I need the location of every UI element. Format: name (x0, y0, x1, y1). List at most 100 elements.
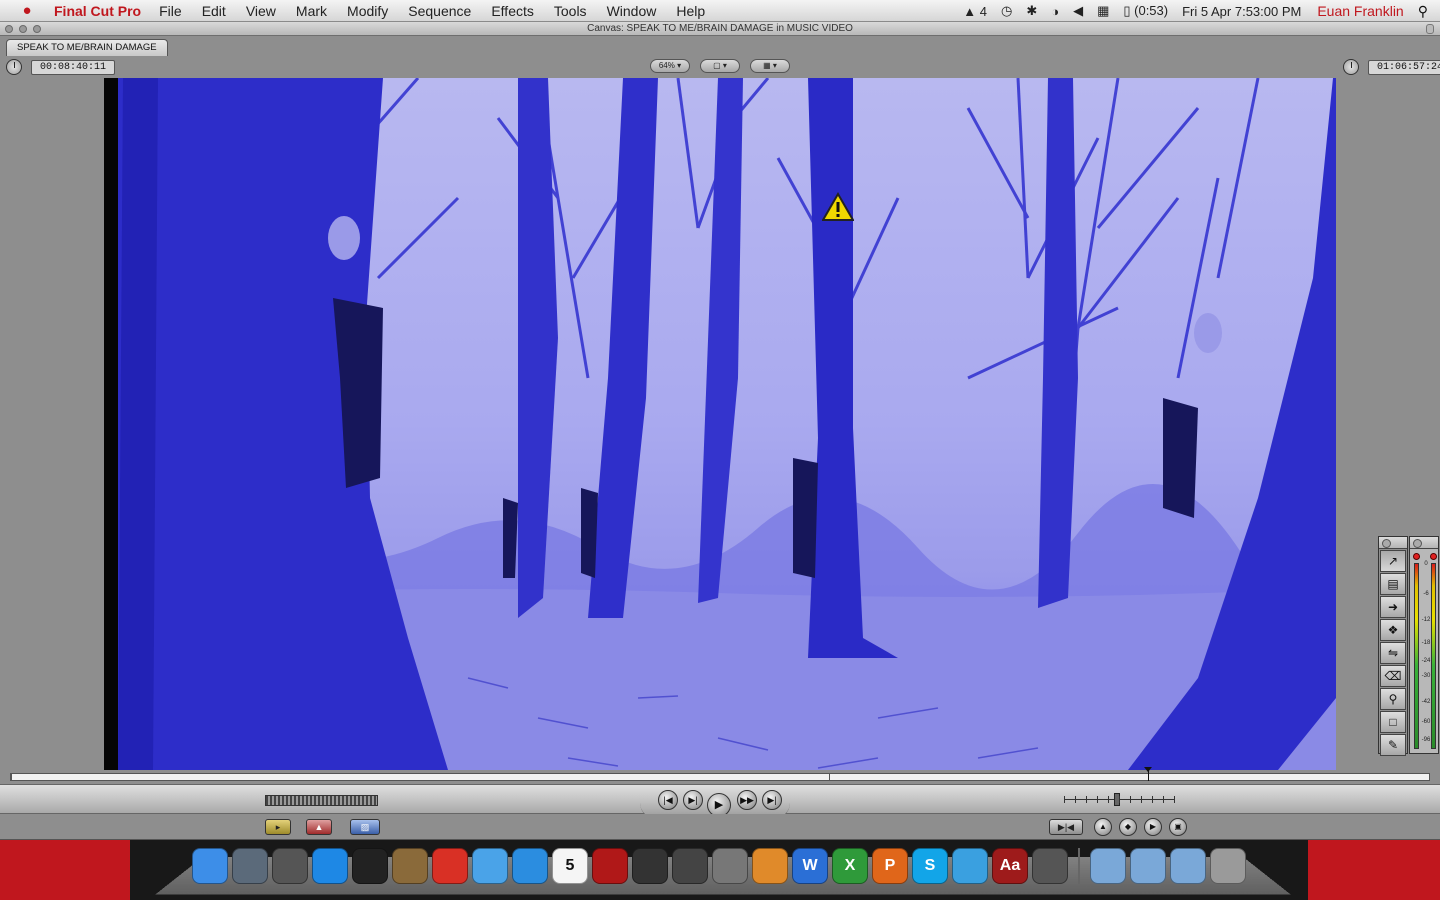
razor-tool-icon[interactable]: ❖ (1380, 619, 1406, 641)
dock-mission-control-icon[interactable] (352, 848, 388, 884)
scrubber-track[interactable] (10, 773, 1430, 781)
edit-buttons-bar: ▸ ▲ ▨ ▶|◀ ▲ ◆ ▶ ▣ (0, 814, 1440, 840)
crop-tool-icon[interactable]: □ (1380, 711, 1406, 733)
meter-label: -24 (1421, 658, 1431, 664)
sequence-tab[interactable]: SPEAK TO ME/BRAIN DAMAGE (6, 39, 168, 56)
input-menu-icon[interactable]: ▦ (1097, 3, 1109, 19)
video-frame[interactable] (118, 78, 1336, 770)
dock-excel-icon[interactable]: X (832, 848, 868, 884)
status-menus: ▲ 4 ◷ ✱ ◑ ◀ ▦ ▯ (0:53) Fri 5 Apr 7:53:00… (949, 0, 1440, 22)
clip-indicator-left (1413, 553, 1420, 560)
audio-meters-header[interactable] (1410, 537, 1438, 549)
menu-file[interactable]: File (159, 3, 182, 19)
video-area[interactable] (0, 78, 1440, 770)
view-popup[interactable]: ▢ ▾ (700, 59, 740, 73)
dock-launchpad-icon[interactable] (272, 848, 308, 884)
insert-edit-button[interactable]: ▸ (265, 819, 291, 835)
tool-palette-header[interactable] (1379, 537, 1407, 549)
zoom-popup[interactable]: 64% ▾ (650, 59, 690, 73)
dock-app-store-icon[interactable] (312, 848, 348, 884)
apple-menu-icon[interactable]: ● (0, 2, 54, 19)
jog-tick (1064, 796, 1065, 803)
dock-applications-folder-icon[interactable] (1090, 848, 1126, 884)
time-machine-icon[interactable]: ◷ (1001, 3, 1012, 19)
dock-itunes-icon[interactable] (512, 848, 548, 884)
tool-palette: ↗ ▤ ➜ ❖ ⇋ ⌫ ⚲ □ ✎ (1378, 536, 1408, 756)
go-to-previous-edit-button[interactable]: |◀ (658, 790, 678, 810)
menu-window[interactable]: Window (607, 3, 657, 19)
dock-powerpoint-icon[interactable]: P (872, 848, 908, 884)
mark-out-button[interactable]: ▶ (1144, 818, 1162, 836)
menu-edit[interactable]: Edit (202, 3, 226, 19)
dock-final-cut-pro-icon[interactable] (632, 848, 668, 884)
current-timecode[interactable]: 01:06:57:24 (1368, 60, 1440, 75)
duration-timecode[interactable]: 00:08:40:11 (31, 60, 116, 75)
jog-tick (1174, 796, 1175, 803)
dock-trash-icon[interactable] (1210, 848, 1246, 884)
meter-label: -6 (1423, 591, 1429, 597)
go-to-next-edit-button[interactable]: ▶| (762, 790, 782, 810)
slip-tool-icon[interactable]: ⇋ (1380, 642, 1406, 664)
dock-word-icon[interactable]: W (792, 848, 828, 884)
match-frame-button[interactable]: ▶|◀ (1049, 819, 1083, 835)
dock-skype-icon[interactable]: S (912, 848, 948, 884)
menu-clock[interactable]: Fri 5 Apr 7:53:00 PM (1182, 4, 1301, 19)
ripple-tool-icon[interactable]: ➜ (1380, 596, 1406, 618)
app-menu[interactable]: Final Cut Pro (54, 3, 141, 19)
dock-safari-icon[interactable] (472, 848, 508, 884)
playhead[interactable] (1144, 767, 1152, 781)
dock-preview-icon[interactable] (392, 848, 428, 884)
add-keyframe-button[interactable]: ▣ (1169, 818, 1187, 836)
dock-facetime-icon[interactable] (1032, 848, 1068, 884)
zoom-tool-icon[interactable]: ⚲ (1380, 688, 1406, 710)
volume-icon[interactable]: ◀ (1073, 3, 1083, 19)
menu-view[interactable]: View (246, 3, 276, 19)
play-in-to-out-button[interactable]: ▶| (683, 790, 703, 810)
dock-dictionary-icon[interactable]: Aa (992, 848, 1028, 884)
scroll-tool-icon[interactable]: ⌫ (1380, 665, 1406, 687)
menu-mark[interactable]: Mark (296, 3, 327, 19)
battery-icon[interactable]: ▯ (0:53) (1123, 3, 1168, 19)
track-select-tool-icon[interactable]: ▤ (1380, 573, 1406, 595)
menu-help[interactable]: Help (676, 3, 705, 19)
overlay-popup[interactable]: ▦ ▾ (750, 59, 790, 73)
canvas-controls: 00:08:40:11 64% ▾ ▢ ▾ ▦ ▾ 01:06:57:24 (0, 56, 1440, 78)
meter-label: -12 (1421, 617, 1431, 623)
user-menu[interactable]: Euan Franklin (1317, 3, 1403, 19)
replace-edit-button[interactable]: ▨ (350, 819, 380, 835)
menu-tools[interactable]: Tools (554, 3, 587, 19)
jog-tick (1152, 796, 1153, 803)
wifi-icon[interactable]: ◑ (1051, 4, 1059, 19)
jog-tick (1130, 796, 1131, 803)
render-warning-icon (822, 192, 854, 221)
dock-finder-icon[interactable] (192, 848, 228, 884)
left-edge-trunk (118, 78, 158, 770)
dock-twitter-icon[interactable] (952, 848, 988, 884)
dock-compressor-icon[interactable] (712, 848, 748, 884)
pen-tool-icon[interactable]: ✎ (1380, 734, 1406, 756)
selection-tool-icon[interactable]: ↗ (1380, 550, 1406, 572)
dock-photo-booth-icon[interactable] (592, 848, 628, 884)
scrubber-bar[interactable] (0, 767, 1440, 784)
jog-control[interactable] (1064, 793, 1175, 807)
adobe-menu-icon[interactable]: ▲ 4 (963, 4, 987, 19)
dock-documents-folder-icon[interactable] (1170, 848, 1206, 884)
add-marker-button[interactable]: ◆ (1119, 818, 1137, 836)
menu-sequence[interactable]: Sequence (408, 3, 471, 19)
dock-ical-icon[interactable]: 5 (552, 848, 588, 884)
mark-in-button[interactable]: ▲ (1094, 818, 1112, 836)
dock-chrome-icon[interactable] (432, 848, 468, 884)
bluetooth-icon[interactable]: ✱ (1026, 3, 1037, 19)
dock-pages-icon[interactable] (752, 848, 788, 884)
overwrite-edit-button[interactable]: ▲ (306, 819, 332, 835)
menu-modify[interactable]: Modify (347, 3, 388, 19)
meter-label: -18 (1421, 640, 1431, 646)
dock-downloads-folder-icon[interactable] (1130, 848, 1166, 884)
dock-dashboard-icon[interactable] (232, 848, 268, 884)
shuttle-control[interactable] (265, 795, 378, 806)
toolbar-toggle-button[interactable] (1426, 24, 1434, 34)
spotlight-search-icon[interactable]: ⚲ (1418, 3, 1428, 20)
dock-color-icon[interactable] (672, 848, 708, 884)
menu-effects[interactable]: Effects (491, 3, 534, 19)
play-around-current-button[interactable]: ▶▶ (737, 790, 757, 810)
